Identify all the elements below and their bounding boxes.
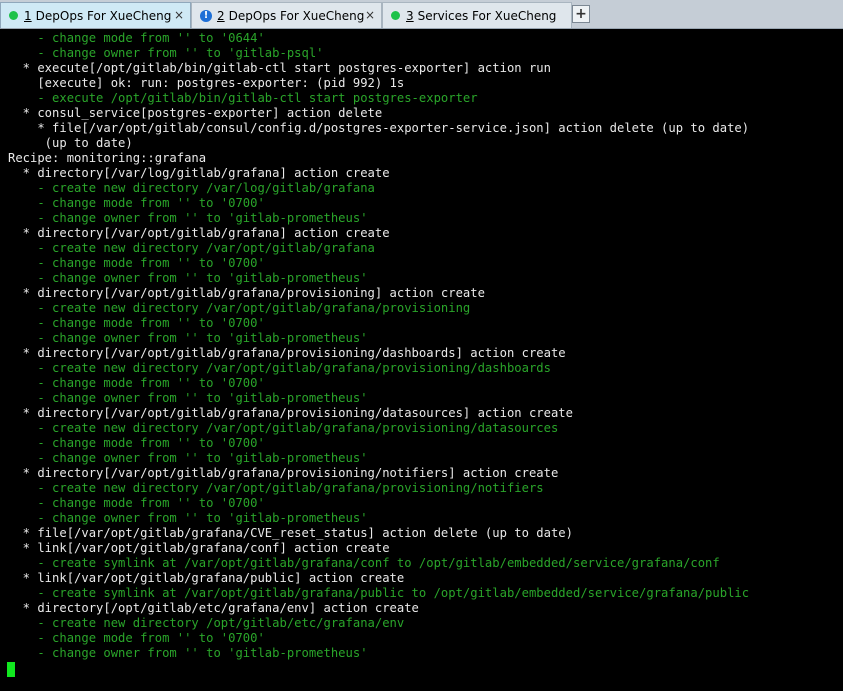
terminal-line: - change owner from '' to 'gitlab-promet… <box>8 331 368 345</box>
terminal-line: - change owner from '' to 'gitlab-promet… <box>8 391 368 405</box>
connected-status-icon <box>391 11 400 20</box>
tab-session-1[interactable]: 1 DepOps For XueCheng × <box>0 2 191 28</box>
tab-number: 1 <box>24 8 32 23</box>
terminal-line: * link[/var/opt/gitlab/grafana/public] a… <box>8 571 405 585</box>
warning-status-icon: ! <box>200 9 212 22</box>
terminal-line: * link[/var/opt/gitlab/grafana/conf] act… <box>8 541 390 555</box>
terminal-output[interactable]: - change mode from '' to '0644' - change… <box>0 29 843 691</box>
terminal-line: - change mode from '' to '0700' <box>8 631 265 645</box>
terminal-line: - change owner from '' to 'gitlab-promet… <box>8 271 368 285</box>
terminal-line: - change mode from '' to '0700' <box>8 496 265 510</box>
terminal-line: * directory[/var/opt/gitlab/grafana] act… <box>8 226 390 240</box>
terminal-line: * directory[/var/log/gitlab/grafana] act… <box>8 166 390 180</box>
terminal-line: - change owner from '' to 'gitlab-psql' <box>8 46 324 60</box>
terminal-line: * file[/var/opt/gitlab/grafana/CVE_reset… <box>8 526 573 540</box>
terminal-line: - change owner from '' to 'gitlab-promet… <box>8 646 368 660</box>
close-tab-icon[interactable]: × <box>174 8 184 22</box>
terminal-line: Recipe: monitoring::grafana <box>8 151 207 165</box>
terminal-line: - change owner from '' to 'gitlab-promet… <box>8 451 368 465</box>
tab-number: 3 <box>406 8 414 23</box>
close-tab-icon[interactable]: × <box>365 8 375 22</box>
terminal-line: * directory[/var/opt/gitlab/grafana/prov… <box>8 346 566 360</box>
tab-bar: 1 DepOps For XueCheng × ! 2 DepOps For Xue… <box>0 0 843 29</box>
terminal-line: - change mode from '' to '0700' <box>8 256 265 270</box>
terminal-line: * directory[/var/opt/gitlab/grafana/prov… <box>8 286 485 300</box>
tab-number: 2 <box>217 8 225 23</box>
terminal-line: - create symlink at /var/opt/gitlab/graf… <box>8 556 720 570</box>
terminal-line: - create new directory /var/opt/gitlab/g… <box>8 481 544 495</box>
terminal-line: - create new directory /opt/gitlab/etc/g… <box>8 616 405 630</box>
terminal-line: - create new directory /var/opt/gitlab/g… <box>8 301 471 315</box>
terminal-line: * execute[/opt/gitlab/bin/gitlab-ctl sta… <box>8 61 551 75</box>
terminal-line: - create new directory /var/opt/gitlab/g… <box>8 241 375 255</box>
connected-status-icon <box>9 11 18 20</box>
terminal-line: - change mode from '' to '0700' <box>8 196 265 210</box>
terminal-line: * directory[/var/opt/gitlab/grafana/prov… <box>8 466 559 480</box>
terminal-line: * file[/var/opt/gitlab/consul/config.d/p… <box>8 121 750 135</box>
terminal-line: - create new directory /var/opt/gitlab/g… <box>8 421 559 435</box>
terminal-line: [execute] ok: run: postgres-exporter: (p… <box>8 76 405 90</box>
tab-label: Services For XueCheng <box>417 8 557 23</box>
terminal-line: - create new directory /var/log/gitlab/g… <box>8 181 375 195</box>
add-tab-button[interactable]: + <box>572 5 590 23</box>
tab-label: DepOps For XueCheng <box>228 8 365 23</box>
tab-session-2[interactable]: ! 2 DepOps For XueCheng × <box>191 2 382 28</box>
terminal-line: * consul_service[postgres-exporter] acti… <box>8 106 383 120</box>
terminal-line: - execute /opt/gitlab/bin/gitlab-ctl sta… <box>8 91 478 105</box>
terminal-line: - change owner from '' to 'gitlab-promet… <box>8 511 368 525</box>
tab-session-3[interactable]: 3 Services For XueCheng <box>382 2 572 28</box>
terminal-line: (up to date) <box>8 136 133 150</box>
terminal-line: - change mode from '' to '0700' <box>8 376 265 390</box>
terminal-lines: - change mode from '' to '0644' - change… <box>8 31 749 661</box>
terminal-line: - change owner from '' to 'gitlab-promet… <box>8 211 368 225</box>
terminal-line: - change mode from '' to '0644' <box>8 31 265 45</box>
tab-label: DepOps For XueCheng <box>35 8 172 23</box>
terminal-line: * directory[/var/opt/gitlab/grafana/prov… <box>8 406 573 420</box>
terminal-cursor <box>7 662 15 677</box>
terminal-line: - create symlink at /var/opt/gitlab/graf… <box>8 586 750 600</box>
terminal-line: - change mode from '' to '0700' <box>8 436 265 450</box>
terminal-line: - change mode from '' to '0700' <box>8 316 265 330</box>
terminal-line: - create new directory /var/opt/gitlab/g… <box>8 361 551 375</box>
terminal-line: * directory[/opt/gitlab/etc/grafana/env]… <box>8 601 419 615</box>
